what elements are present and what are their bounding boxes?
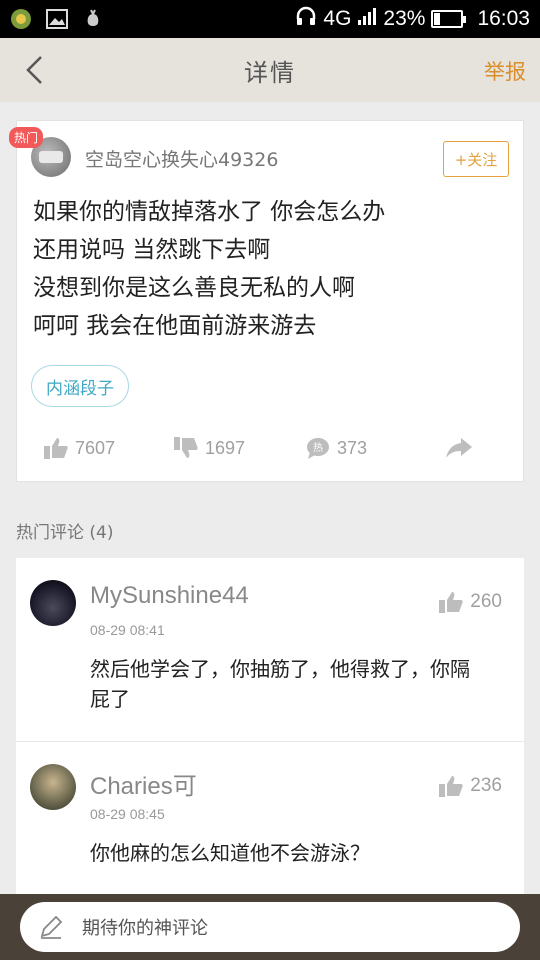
comment-time: 08-29 08:41: [90, 622, 165, 638]
fruit-notification-icon: [82, 8, 104, 30]
page-title: 详情: [244, 58, 296, 87]
back-button[interactable]: [14, 52, 54, 88]
commenter-name[interactable]: Charies可: [90, 766, 197, 801]
report-button[interactable]: 举报: [484, 56, 526, 86]
post-card: 热门 空岛空心换失心49326 +关注 如果你的情敌掉落水了 你会怎么办 还用说…: [9, 120, 524, 482]
battery-percent: 23%: [383, 7, 426, 30]
thumbs-down-icon: [174, 437, 198, 458]
post-line: 如果你的情敌掉落水了 你会怎么办: [33, 199, 386, 225]
battery-icon: [431, 10, 467, 28]
gallery-notification-icon: [46, 8, 68, 30]
pencil-icon: [40, 915, 63, 939]
comment-input[interactable]: 期待你的神评论: [20, 902, 520, 952]
share-arrow-icon: [446, 438, 472, 458]
comment-count-button[interactable]: 热 373: [305, 436, 367, 460]
like-count: 7607: [75, 437, 116, 458]
comment-count: 373: [337, 437, 368, 458]
commenter-name[interactable]: MySunshine44: [90, 582, 249, 610]
author-name[interactable]: 空岛空心换失心49326: [85, 145, 278, 172]
app-header: 详情 举报: [0, 38, 540, 102]
hot-comments-title: 热门评论 (4): [16, 523, 114, 543]
status-bar: 4G 23% 16:03: [0, 0, 540, 38]
comment-item: Charies可 08-29 08:45 236 你他麻的怎么知道他不会游泳？: [16, 742, 524, 898]
comment-bubble-icon: 热: [307, 438, 329, 459]
thumbs-up-icon: [439, 592, 463, 613]
chevron-left-icon: [26, 56, 42, 84]
commenter-avatar[interactable]: [30, 580, 76, 626]
dislike-button[interactable]: 1697: [173, 436, 245, 460]
comment-like-button[interactable]: 260: [438, 590, 502, 614]
comment-like-button[interactable]: 236: [438, 774, 502, 798]
comment-list: MySunshine44 08-29 08:41 260 然后他学会了，你抽筋了…: [16, 558, 524, 898]
share-button[interactable]: [445, 436, 473, 460]
comment-time: 08-29 08:45: [90, 806, 165, 822]
dislike-count: 1697: [205, 437, 246, 458]
comment-text: 然后他学会了，你抽筋了，他得救了，你隔屁了: [90, 657, 470, 711]
clock: 16:03: [477, 7, 530, 30]
hot-badge: 热门: [9, 127, 44, 148]
post-content: 如果你的情敌掉落水了 你会怎么办 还用说吗 当然跳下去啊 没想到你是这么善良无私…: [33, 193, 513, 345]
follow-button[interactable]: +关注: [443, 141, 509, 177]
app-notification-icon: [10, 8, 32, 30]
post-line: 还用说吗 当然跳下去啊: [33, 237, 271, 263]
post-line: 没想到你是这么善良无私的人啊: [33, 275, 355, 301]
post-line: 呵呵 我会在他面前游来游去: [33, 313, 317, 339]
comment-bar: 期待你的神评论: [0, 894, 540, 960]
network-type: 4G: [323, 7, 352, 30]
comment-placeholder: 期待你的神评论: [82, 918, 208, 939]
signal-icon: [357, 6, 377, 32]
thumbs-up-icon: [44, 438, 68, 459]
commenter-avatar[interactable]: [30, 764, 76, 810]
like-button[interactable]: 7607: [43, 436, 115, 460]
headset-icon: [295, 5, 317, 33]
thumbs-up-icon: [439, 776, 463, 797]
post-action-bar: 7607 1697 热 373: [17, 429, 523, 467]
comment-like-count: 236: [470, 775, 502, 796]
svg-text:热: 热: [313, 441, 323, 454]
comment-item: MySunshine44 08-29 08:41 260 然后他学会了，你抽筋了…: [16, 558, 524, 742]
category-tag[interactable]: 内涵段子: [31, 365, 129, 407]
comment-text: 你他麻的怎么知道他不会游泳？: [90, 841, 370, 865]
comment-like-count: 260: [470, 591, 502, 612]
